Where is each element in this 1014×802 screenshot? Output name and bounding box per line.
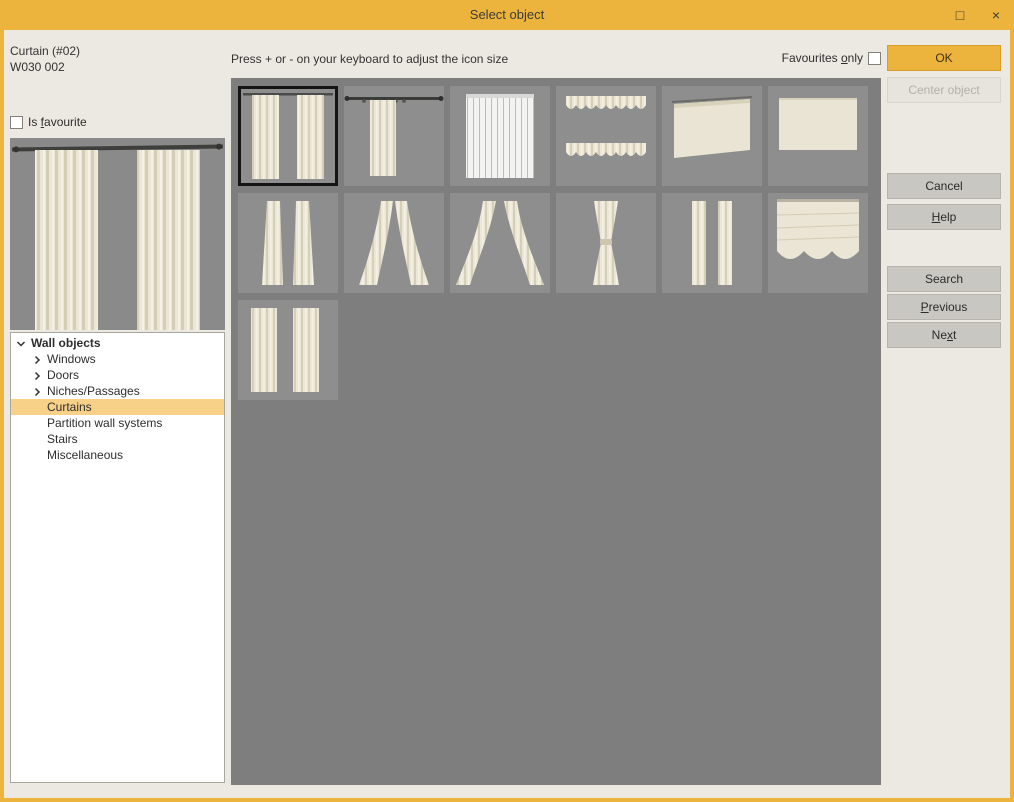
thumbnail-rod-with-side-panel[interactable] bbox=[344, 86, 444, 186]
thumbnail-flared-panel-pair[interactable] bbox=[344, 193, 444, 293]
thumbnail-straight-panel-pair[interactable] bbox=[662, 193, 762, 293]
tree-item-wall-objects[interactable]: Wall objects bbox=[11, 335, 224, 351]
dialog-body: Curtain (#02) W030 002 Is favourite bbox=[4, 30, 1010, 798]
search-button[interactable]: Search bbox=[887, 266, 1001, 292]
selected-object-name: Curtain (#02) bbox=[10, 44, 80, 58]
cancel-button[interactable]: Cancel bbox=[887, 173, 1001, 199]
tree-item-label: Doors bbox=[45, 367, 79, 383]
favourites-only-label: Favourites only bbox=[782, 51, 863, 65]
chevron-right-icon[interactable] bbox=[31, 353, 45, 365]
tree-item-label: Windows bbox=[45, 351, 96, 367]
curtain-thumbnail-graphic bbox=[662, 86, 762, 186]
title-bar[interactable]: Select object □ × bbox=[0, 0, 1014, 30]
tree-indent bbox=[31, 417, 45, 429]
tree-indent bbox=[31, 433, 45, 445]
curtain-preview-graphic bbox=[10, 138, 225, 330]
curtain-thumbnail-graphic bbox=[768, 86, 868, 186]
ok-button[interactable]: OK bbox=[887, 45, 1001, 71]
favourites-only-row: Favourites only bbox=[782, 51, 881, 65]
favourites-only-checkbox[interactable] bbox=[868, 52, 881, 65]
chevron-right-icon[interactable] bbox=[31, 385, 45, 397]
thumbnail-roman-shade[interactable] bbox=[768, 193, 868, 293]
tree-indent bbox=[31, 401, 45, 413]
thumbnail-tied-back-pair[interactable] bbox=[450, 193, 550, 293]
curtain-thumbnail-graphic bbox=[450, 86, 550, 186]
category-tree: Wall objectsWindowsDoorsNiches/PassagesC… bbox=[10, 332, 225, 783]
is-favourite-checkbox[interactable] bbox=[10, 116, 23, 129]
curtain-thumbnail-graphic bbox=[238, 300, 338, 400]
tree-item-partition-wall-systems[interactable]: Partition wall systems bbox=[11, 415, 224, 431]
select-object-dialog: Select object □ × Curtain (#02) W030 002… bbox=[0, 0, 1014, 802]
dialog-title: Select object bbox=[0, 0, 1014, 30]
curtain-thumbnail-graphic bbox=[344, 193, 444, 293]
selected-object-code: W030 002 bbox=[10, 60, 65, 74]
tree-indent bbox=[31, 449, 45, 461]
thumbnail-center-tied-panel[interactable] bbox=[556, 193, 656, 293]
tree-item-label: Wall objects bbox=[29, 335, 101, 351]
curtain-thumbnail-graphic bbox=[556, 193, 656, 293]
tree-item-label: Stairs bbox=[45, 431, 78, 447]
tree-item-label: Niches/Passages bbox=[45, 383, 140, 399]
center-object-button[interactable]: Center object bbox=[887, 77, 1001, 103]
previous-button[interactable]: Previous bbox=[887, 294, 1001, 320]
tree-item-label: Miscellaneous bbox=[45, 447, 123, 463]
thumbnail-narrow-panel-pair[interactable] bbox=[238, 193, 338, 293]
thumbnail-draped-panel-angled[interactable] bbox=[662, 86, 762, 186]
tree-item-miscellaneous[interactable]: Miscellaneous bbox=[11, 447, 224, 463]
next-button[interactable]: Next bbox=[887, 322, 1001, 348]
curtain-thumbnail-graphic bbox=[238, 193, 338, 293]
tree-item-label: Curtains bbox=[45, 399, 92, 415]
thumbnail-valance-pair[interactable] bbox=[556, 86, 656, 186]
is-favourite-label: Is favourite bbox=[28, 115, 87, 129]
thumbnail-two-panels[interactable] bbox=[238, 300, 338, 400]
tree-item-windows[interactable]: Windows bbox=[11, 351, 224, 367]
thumbnail-vertical-blinds[interactable] bbox=[450, 86, 550, 186]
curtain-thumbnail-graphic bbox=[768, 193, 868, 293]
curtain-thumbnail-graphic bbox=[344, 86, 444, 186]
thumbnail-two-panels-with-rod[interactable] bbox=[238, 86, 338, 186]
curtain-thumbnail-graphic bbox=[556, 86, 656, 186]
curtain-thumbnail-graphic bbox=[662, 193, 762, 293]
curtain-thumbnail-graphic bbox=[450, 193, 550, 293]
close-icon[interactable]: × bbox=[978, 0, 1014, 30]
maximize-icon[interactable]: □ bbox=[942, 0, 978, 30]
help-button[interactable]: Help bbox=[887, 204, 1001, 230]
thumbnail-grid bbox=[231, 78, 881, 785]
tree-item-label: Partition wall systems bbox=[45, 415, 162, 431]
tree-item-doors[interactable]: Doors bbox=[11, 367, 224, 383]
chevron-right-icon[interactable] bbox=[31, 369, 45, 381]
chevron-down-icon[interactable] bbox=[15, 337, 29, 349]
tree-item-curtains[interactable]: Curtains bbox=[11, 399, 224, 415]
icon-size-hint: Press + or - on your keyboard to adjust … bbox=[231, 52, 508, 66]
curtain-thumbnail-graphic bbox=[238, 86, 338, 186]
thumbnail-flat-panel[interactable] bbox=[768, 86, 868, 186]
is-favourite-row: Is favourite bbox=[10, 115, 87, 129]
tree-item-stairs[interactable]: Stairs bbox=[11, 431, 224, 447]
tree-item-niches-passages[interactable]: Niches/Passages bbox=[11, 383, 224, 399]
object-preview bbox=[10, 138, 225, 330]
